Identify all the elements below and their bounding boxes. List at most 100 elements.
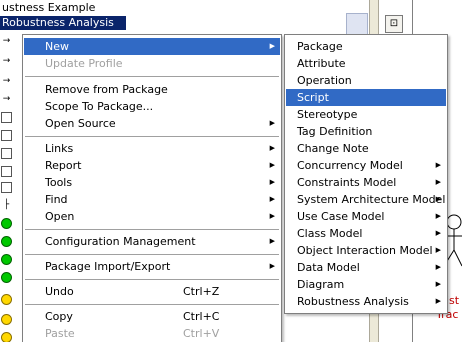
menu-item-label: Open Source (45, 117, 116, 130)
triangle-right-icon: ▶ (269, 144, 275, 152)
arrow-icon: → (2, 76, 11, 86)
triangle-right-icon: ▶ (269, 161, 275, 169)
menu-item-links[interactable]: Links ▶ (24, 140, 280, 157)
submenu-item-package[interactable]: Package (286, 38, 446, 55)
submenu-item-label: Robustness Analysis (297, 295, 409, 308)
menu-separator (25, 304, 279, 305)
triangle-right-icon: ▶ (269, 262, 275, 270)
menu-item-label: Tools (45, 176, 73, 189)
triangle-right-icon: ▶ (269, 119, 275, 127)
menu-separator (25, 254, 279, 255)
triangle-right-icon: ▶ (435, 212, 441, 220)
submenu-item-concurrency-model[interactable]: Concurrency Model ▶ (286, 157, 446, 174)
boundary-icon: ├ (3, 200, 10, 210)
triangle-right-icon: ▶ (435, 246, 441, 254)
submenu-item-label: Operation (297, 74, 352, 87)
menu-item-copy[interactable]: Copy Ctrl+C (24, 308, 280, 325)
submenu-item-system-architecture-model[interactable]: System Architecture Model ▶ (286, 191, 446, 208)
triangle-right-icon: ▶ (269, 42, 275, 50)
submenu-item-script[interactable]: Script (286, 89, 446, 106)
menu-separator (25, 229, 279, 230)
menu-separator (25, 136, 279, 137)
menu-item-open[interactable]: Open ▶ (24, 208, 280, 225)
menu-item-open-source[interactable]: Open Source ▶ (24, 115, 280, 132)
triangle-right-icon: ▶ (435, 280, 441, 288)
menu-item-undo[interactable]: Undo Ctrl+Z (24, 283, 280, 300)
submenu-item-label: Class Model (297, 227, 363, 240)
menu-item-label: Undo (45, 285, 74, 298)
entity-icon (1, 314, 12, 325)
menu-item-label: New (45, 40, 69, 53)
menu-item-label: Package Import/Export (45, 260, 171, 273)
menu-separator (25, 76, 279, 77)
arrow-icon: → (2, 94, 11, 104)
class-icon (1, 148, 12, 159)
menu-item-new[interactable]: New ▶ (24, 38, 280, 55)
triangle-right-icon: ▶ (435, 263, 441, 271)
menu-item-configuration-management[interactable]: Configuration Management ▶ (24, 233, 280, 250)
menu-item-shortcut: Ctrl+V (183, 327, 220, 340)
app-window: ustness Example Robustness Analysis → → … (0, 0, 462, 342)
submenu-item-stereotype[interactable]: Stereotype (286, 106, 446, 123)
menu-item-tools[interactable]: Tools ▶ (24, 174, 280, 191)
class-icon (1, 130, 12, 141)
submenu-item-label: Diagram (297, 278, 345, 291)
menu-item-package-import-export[interactable]: Package Import/Export ▶ (24, 258, 280, 275)
view-icon[interactable]: ⊡ (385, 15, 403, 33)
submenu-item-label: Attribute (297, 57, 346, 70)
new-submenu: Package Attribute Operation Script Stere… (284, 34, 448, 314)
submenu-item-constraints-model[interactable]: Constraints Model ▶ (286, 174, 446, 191)
submenu-item-label: Stereotype (297, 108, 358, 121)
submenu-item-label: Change Note (297, 142, 369, 155)
submenu-item-change-note[interactable]: Change Note (286, 140, 446, 157)
triangle-right-icon: ▶ (435, 161, 441, 169)
tree-selected-item[interactable]: Robustness Analysis (0, 16, 126, 30)
submenu-item-label: Use Case Model (297, 210, 385, 223)
triangle-right-icon: ▶ (269, 178, 275, 186)
menu-item-update-profile[interactable]: Update Profile (24, 55, 280, 72)
submenu-item-data-model[interactable]: Data Model ▶ (286, 259, 446, 276)
triangle-right-icon: ▶ (269, 237, 275, 245)
control-icon (1, 254, 12, 265)
menu-item-label: Links (45, 142, 74, 155)
class-icon (1, 166, 12, 177)
class-icon (1, 112, 12, 123)
menu-item-remove-from-package[interactable]: Remove from Package (24, 81, 280, 98)
class-icon (1, 182, 12, 193)
submenu-item-tag-definition[interactable]: Tag Definition (286, 123, 446, 140)
menu-separator (25, 279, 279, 280)
menu-item-label: Report (45, 159, 82, 172)
triangle-right-icon: ▶ (435, 195, 441, 203)
triangle-right-icon: ▶ (435, 229, 441, 237)
menu-item-label: Remove from Package (45, 83, 168, 96)
triangle-right-icon: ▶ (435, 178, 441, 186)
menu-item-label: Copy (45, 310, 73, 323)
submenu-item-use-case-model[interactable]: Use Case Model ▶ (286, 208, 446, 225)
submenu-item-attribute[interactable]: Attribute (286, 55, 446, 72)
submenu-item-object-interaction-model[interactable]: Object Interaction Model ▶ (286, 242, 446, 259)
submenu-item-class-model[interactable]: Class Model ▶ (286, 225, 446, 242)
menu-item-label: Configuration Management (45, 235, 196, 248)
menu-item-report[interactable]: Report ▶ (24, 157, 280, 174)
submenu-item-operation[interactable]: Operation (286, 72, 446, 89)
control-icon (1, 272, 12, 283)
menu-item-label: Find (45, 193, 68, 206)
submenu-item-label: Concurrency Model (297, 159, 403, 172)
triangle-right-icon: ▶ (269, 195, 275, 203)
menu-item-find[interactable]: Find ▶ (24, 191, 280, 208)
menu-item-label: Scope To Package... (45, 100, 154, 113)
submenu-item-label: Constraints Model (297, 176, 397, 189)
menu-item-label: Update Profile (45, 57, 123, 70)
submenu-item-label: Script (297, 91, 329, 104)
context-menu: New ▶ Update Profile Remove from Package… (22, 34, 282, 342)
menu-item-paste[interactable]: Paste Ctrl+V (24, 325, 280, 342)
menu-item-scope-to-package[interactable]: Scope To Package... (24, 98, 280, 115)
menu-item-shortcut: Ctrl+C (183, 310, 220, 323)
submenu-item-robustness-analysis[interactable]: Robustness Analysis ▶ (286, 293, 446, 310)
submenu-item-label: Package (297, 40, 343, 53)
submenu-item-label: System Architecture Model (297, 193, 446, 206)
submenu-item-diagram[interactable]: Diagram ▶ (286, 276, 446, 293)
triangle-right-icon: ▶ (435, 297, 441, 305)
tree-icon-column: → → → → ├ (0, 32, 14, 342)
arrow-icon: → (2, 36, 11, 46)
